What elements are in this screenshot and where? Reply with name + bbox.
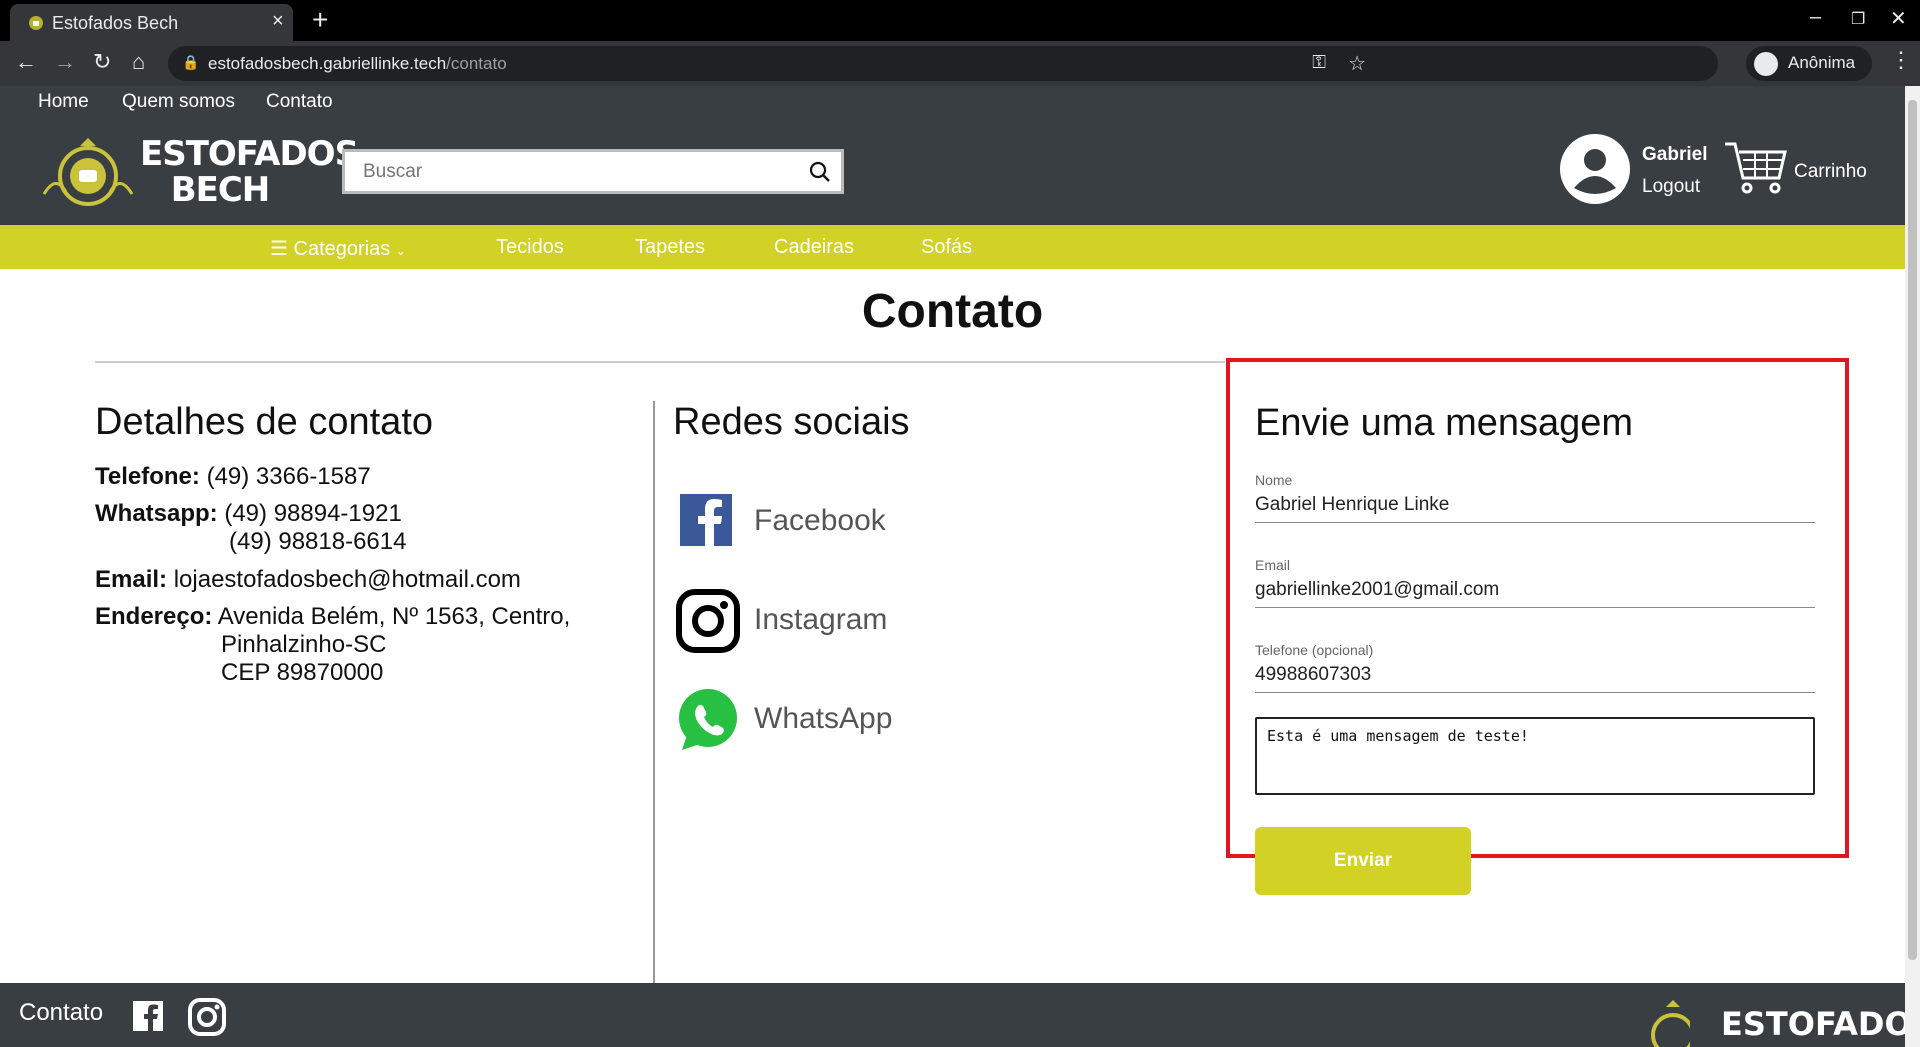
email-label: Email (1255, 557, 1291, 573)
footer-instagram-icon[interactable] (188, 998, 226, 1036)
name-label: Nome (1255, 472, 1293, 488)
url-text: estofadosbech.gabriellinke.tech/contato (208, 54, 507, 73)
back-icon[interactable]: ← (15, 49, 37, 75)
nav-contact-link[interactable]: Contato (266, 91, 333, 113)
search-input[interactable] (345, 152, 785, 191)
phone-row: Telefone: (49) 3366-1587 (95, 463, 371, 490)
site-header: Home Quem somos Contato ESTOFADOS BECH G… (0, 86, 1905, 225)
form-heading: Envie uma mensagem (1255, 402, 1634, 444)
phone-underline (1255, 692, 1815, 693)
site-footer: Contato ESTOFADOS (0, 983, 1905, 1047)
name-field[interactable]: Gabriel Henrique Linke (1255, 494, 1449, 516)
email-row: Email: lojaestofadosbech@hotmail.com (95, 566, 521, 593)
restore-icon[interactable]: ❐ (1851, 9, 1865, 29)
cart-icon[interactable] (1723, 138, 1787, 198)
key-icon[interactable]: ⚿ (1312, 52, 1326, 73)
column-divider (653, 401, 655, 1031)
category-tapetes[interactable]: Tapetes (635, 236, 705, 259)
browser-menu-icon[interactable]: ⋮ (1890, 47, 1912, 73)
address-line-2: Pinhalzinho-SC (221, 631, 387, 658)
contact-details-heading: Detalhes de contato (95, 401, 434, 443)
phone-label: Telefone (opcional) (1255, 642, 1374, 658)
logo-emblem-icon[interactable] (36, 134, 141, 219)
name-underline (1255, 522, 1815, 523)
address-bar[interactable]: 🔒 estofadosbech.gabriellinke.tech/contat… (168, 46, 1718, 81)
message-form: Envie uma mensagem Nome Gabriel Henrique… (1226, 358, 1849, 895)
home-icon[interactable]: ⌂ (132, 49, 145, 75)
web-page: Home Quem somos Contato ESTOFADOS BECH G… (0, 86, 1905, 1047)
new-tab-button[interactable]: + (312, 4, 328, 36)
favicon-icon (29, 16, 43, 30)
nav-home-link[interactable]: Home (38, 91, 89, 113)
email-underline (1255, 607, 1815, 608)
search-box[interactable] (342, 149, 844, 194)
title-divider (95, 361, 1225, 363)
scrollbar-thumb[interactable] (1908, 100, 1917, 960)
tab-title: Estofados Bech (52, 13, 179, 33)
email-field[interactable]: gabriellinke2001@gmail.com (1255, 579, 1499, 601)
phone-field[interactable]: 49988607303 (1255, 664, 1371, 686)
category-cadeiras[interactable]: Cadeiras (774, 236, 854, 259)
user-avatar-icon[interactable] (1560, 134, 1630, 204)
message-textarea[interactable]: Esta é uma mensagem de teste! (1255, 717, 1815, 795)
incognito-profile-button[interactable]: Anônima (1746, 46, 1872, 81)
logo-text[interactable]: ESTOFADOS BECH (140, 136, 359, 208)
footer-logo-text: ESTOFADOS (1721, 1005, 1905, 1043)
whatsapp-row-2: (49) 98818-6614 (229, 528, 407, 555)
nav-about-link[interactable]: Quem somos (122, 91, 235, 113)
close-tab-icon[interactable]: × (272, 10, 284, 33)
browser-tab[interactable]: Estofados Bech × (10, 4, 293, 41)
menu-icon: ☰ (270, 238, 288, 260)
category-tecidos[interactable]: Tecidos (496, 236, 564, 259)
page-title: Contato (861, 285, 1044, 338)
logout-link[interactable]: Logout (1642, 176, 1700, 198)
lock-icon: 🔒 (182, 54, 200, 70)
browser-toolbar: ← → ↻ ⌂ 🔒 estofadosbech.gabriellinke.tec… (0, 41, 1920, 86)
cart-label[interactable]: Carrinho (1794, 161, 1867, 183)
forward-icon[interactable]: → (54, 49, 76, 75)
whatsapp-row: Whatsapp: (49) 98894-1921 (95, 500, 402, 527)
instagram-icon (676, 589, 740, 653)
facebook-icon (680, 494, 732, 546)
profile-label: Anônima (1788, 53, 1856, 72)
bookmark-star-icon[interactable]: ☆ (1348, 51, 1366, 76)
user-name[interactable]: Gabriel (1642, 144, 1707, 166)
window-close-icon[interactable]: ✕ (1890, 6, 1907, 31)
categories-menu[interactable]: ☰ Categorias ⌄ (270, 236, 406, 261)
address-line-3: CEP 89870000 (221, 659, 384, 686)
search-icon[interactable] (809, 161, 831, 183)
browser-tab-bar: Estofados Bech × + – ❐ ✕ (0, 0, 1920, 41)
social-heading: Redes sociais (673, 401, 910, 443)
category-sofas[interactable]: Sofás (921, 236, 972, 259)
footer-contact-label: Contato (19, 999, 104, 1026)
reload-icon[interactable]: ↻ (93, 49, 111, 75)
incognito-icon (1754, 52, 1778, 76)
footer-logo-icon (1651, 1000, 1690, 1047)
send-button[interactable]: Enviar (1255, 827, 1471, 895)
category-bar: ☰ Categorias ⌄ Tecidos Tapetes Cadeiras … (0, 225, 1905, 269)
whatsapp-icon (679, 689, 737, 750)
footer-facebook-icon[interactable] (132, 1000, 164, 1032)
address-row: Endereço: Avenida Belém, Nº 1563, Centro… (95, 603, 571, 630)
minimize-icon[interactable]: – (1810, 6, 1821, 29)
chevron-down-icon: ⌄ (395, 244, 406, 258)
